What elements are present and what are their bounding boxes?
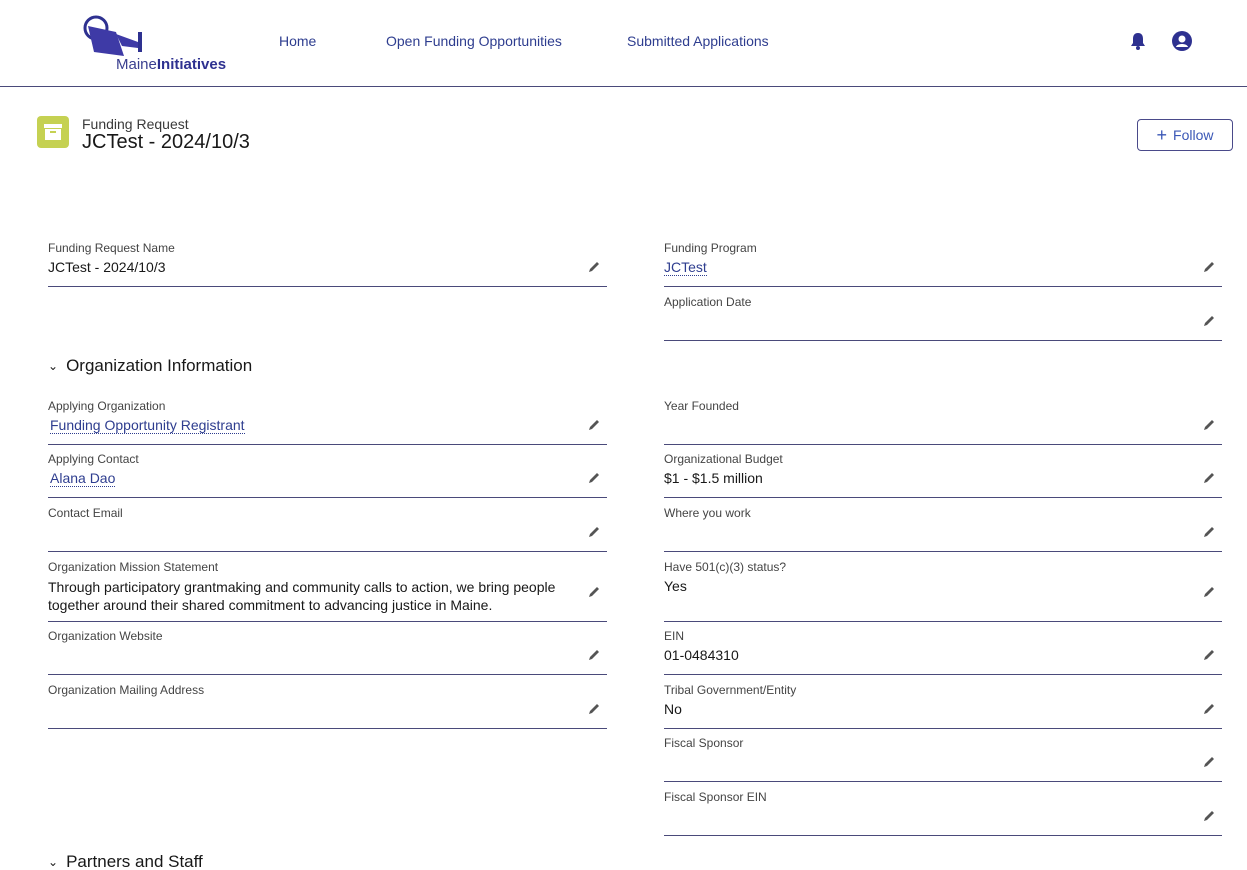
top-navigation-bar: MaineInitiatives Home Open Funding Oppor… — [0, 0, 1247, 87]
field-label: Applying Contact — [48, 452, 139, 466]
nav-submitted-applications-link[interactable]: Submitted Applications — [627, 33, 769, 49]
field-applying-contact: Applying Contact Alana Dao — [48, 452, 607, 498]
field-value: JCTest - 2024/10/3 — [48, 259, 166, 275]
section-title: Partners and Staff — [66, 852, 203, 870]
field-label: Organizational Budget — [664, 452, 783, 466]
field-organizational-budget: Organizational Budget $1 - $1.5 million — [664, 452, 1222, 498]
field-applying-organization: Applying Organization Funding Opportunit… — [48, 399, 607, 445]
field-label: EIN — [664, 629, 685, 643]
logo-text: MaineInitiatives — [116, 56, 227, 73]
field-label: Where you work — [664, 506, 751, 520]
nav-open-funding-link[interactable]: Open Funding Opportunities — [386, 33, 562, 49]
field-501c3-status: Have 501(c)(3) status? Yes — [664, 560, 1222, 622]
pencil-icon[interactable] — [587, 648, 601, 662]
field-contact-email: Contact Email — [48, 506, 607, 552]
pencil-icon[interactable] — [1202, 648, 1216, 662]
pencil-icon[interactable] — [1202, 702, 1216, 716]
bell-icon[interactable] — [1128, 31, 1148, 51]
section-partners-and-staff[interactable]: ⌄ Partners and Staff — [48, 852, 203, 870]
field-value: Through participatory grantmaking and co… — [48, 579, 556, 613]
chevron-down-icon: ⌄ — [48, 855, 59, 869]
field-value: $1 - $1.5 million — [664, 470, 763, 486]
pencil-icon[interactable] — [1202, 755, 1216, 769]
pencil-icon[interactable] — [587, 260, 601, 274]
pencil-icon[interactable] — [1202, 471, 1216, 485]
field-label: Organization Mailing Address — [48, 683, 205, 697]
field-value: No — [664, 701, 682, 717]
pencil-icon[interactable] — [587, 702, 601, 716]
pencil-icon[interactable] — [587, 525, 601, 539]
field-application-date: Application Date — [664, 295, 1222, 341]
applying-organization-link[interactable]: Funding Opportunity Registrant — [50, 417, 245, 434]
field-label: Have 501(c)(3) status? — [664, 560, 787, 574]
follow-button[interactable]: + Follow — [1137, 119, 1233, 151]
field-label: Year Founded — [664, 399, 739, 413]
field-label: Organization Website — [48, 629, 163, 643]
field-label: Organization Mission Statement — [48, 560, 219, 574]
field-value: Yes — [664, 578, 687, 594]
field-label: Tribal Government/Entity — [664, 683, 797, 697]
user-avatar-icon[interactable] — [1172, 31, 1192, 51]
plus-icon: + — [1156, 125, 1168, 145]
funding-program-link[interactable]: JCTest — [664, 259, 707, 276]
pencil-icon[interactable] — [1202, 418, 1216, 432]
field-ein: EIN 01-0484310 — [664, 629, 1222, 675]
watering-can-icon — [83, 15, 142, 56]
field-organization-mission-statement: Organization Mission Statement Through p… — [48, 560, 607, 622]
pencil-icon[interactable] — [1202, 525, 1216, 539]
field-value: 01-0484310 — [664, 647, 739, 663]
pencil-icon[interactable] — [587, 585, 601, 599]
field-tribal-government-entity: Tribal Government/Entity No — [664, 683, 1222, 729]
section-organization-information[interactable]: ⌄ Organization Information — [48, 356, 252, 376]
field-label: Applying Organization — [48, 399, 166, 413]
section-title: Organization Information — [66, 356, 253, 375]
field-organization-mailing-address: Organization Mailing Address — [48, 683, 607, 729]
pencil-icon[interactable] — [1202, 260, 1216, 274]
field-label: Application Date — [664, 295, 752, 309]
pencil-icon[interactable] — [1202, 809, 1216, 823]
applying-contact-link[interactable]: Alana Dao — [50, 470, 116, 487]
field-year-founded: Year Founded — [664, 399, 1222, 445]
field-label: Fiscal Sponsor — [664, 736, 744, 750]
archive-box-icon — [37, 116, 69, 148]
field-label: Fiscal Sponsor EIN — [664, 790, 767, 804]
pencil-icon[interactable] — [1202, 585, 1216, 599]
follow-button-label: Follow — [1173, 127, 1214, 143]
pencil-icon[interactable] — [587, 471, 601, 485]
field-label: Contact Email — [48, 506, 123, 520]
pencil-icon[interactable] — [587, 418, 601, 432]
pencil-icon[interactable] — [1202, 314, 1216, 328]
maine-initiatives-logo[interactable]: MaineInitiatives — [78, 10, 238, 76]
field-funding-request-name: Funding Request Name JCTest - 2024/10/3 — [48, 241, 607, 287]
field-funding-program: Funding Program JCTest — [664, 241, 1222, 287]
field-where-you-work: Where you work — [664, 506, 1222, 552]
record-title: JCTest - 2024/10/3 — [82, 131, 250, 153]
nav-home-link[interactable]: Home — [279, 33, 316, 49]
chevron-down-icon: ⌄ — [48, 359, 59, 373]
record-type-label: Funding Request — [82, 116, 189, 132]
field-label: Funding Request Name — [48, 241, 175, 255]
field-organization-website: Organization Website — [48, 629, 607, 675]
field-fiscal-sponsor: Fiscal Sponsor — [664, 736, 1222, 782]
field-label: Funding Program — [664, 241, 757, 255]
field-fiscal-sponsor-ein: Fiscal Sponsor EIN — [664, 790, 1222, 836]
